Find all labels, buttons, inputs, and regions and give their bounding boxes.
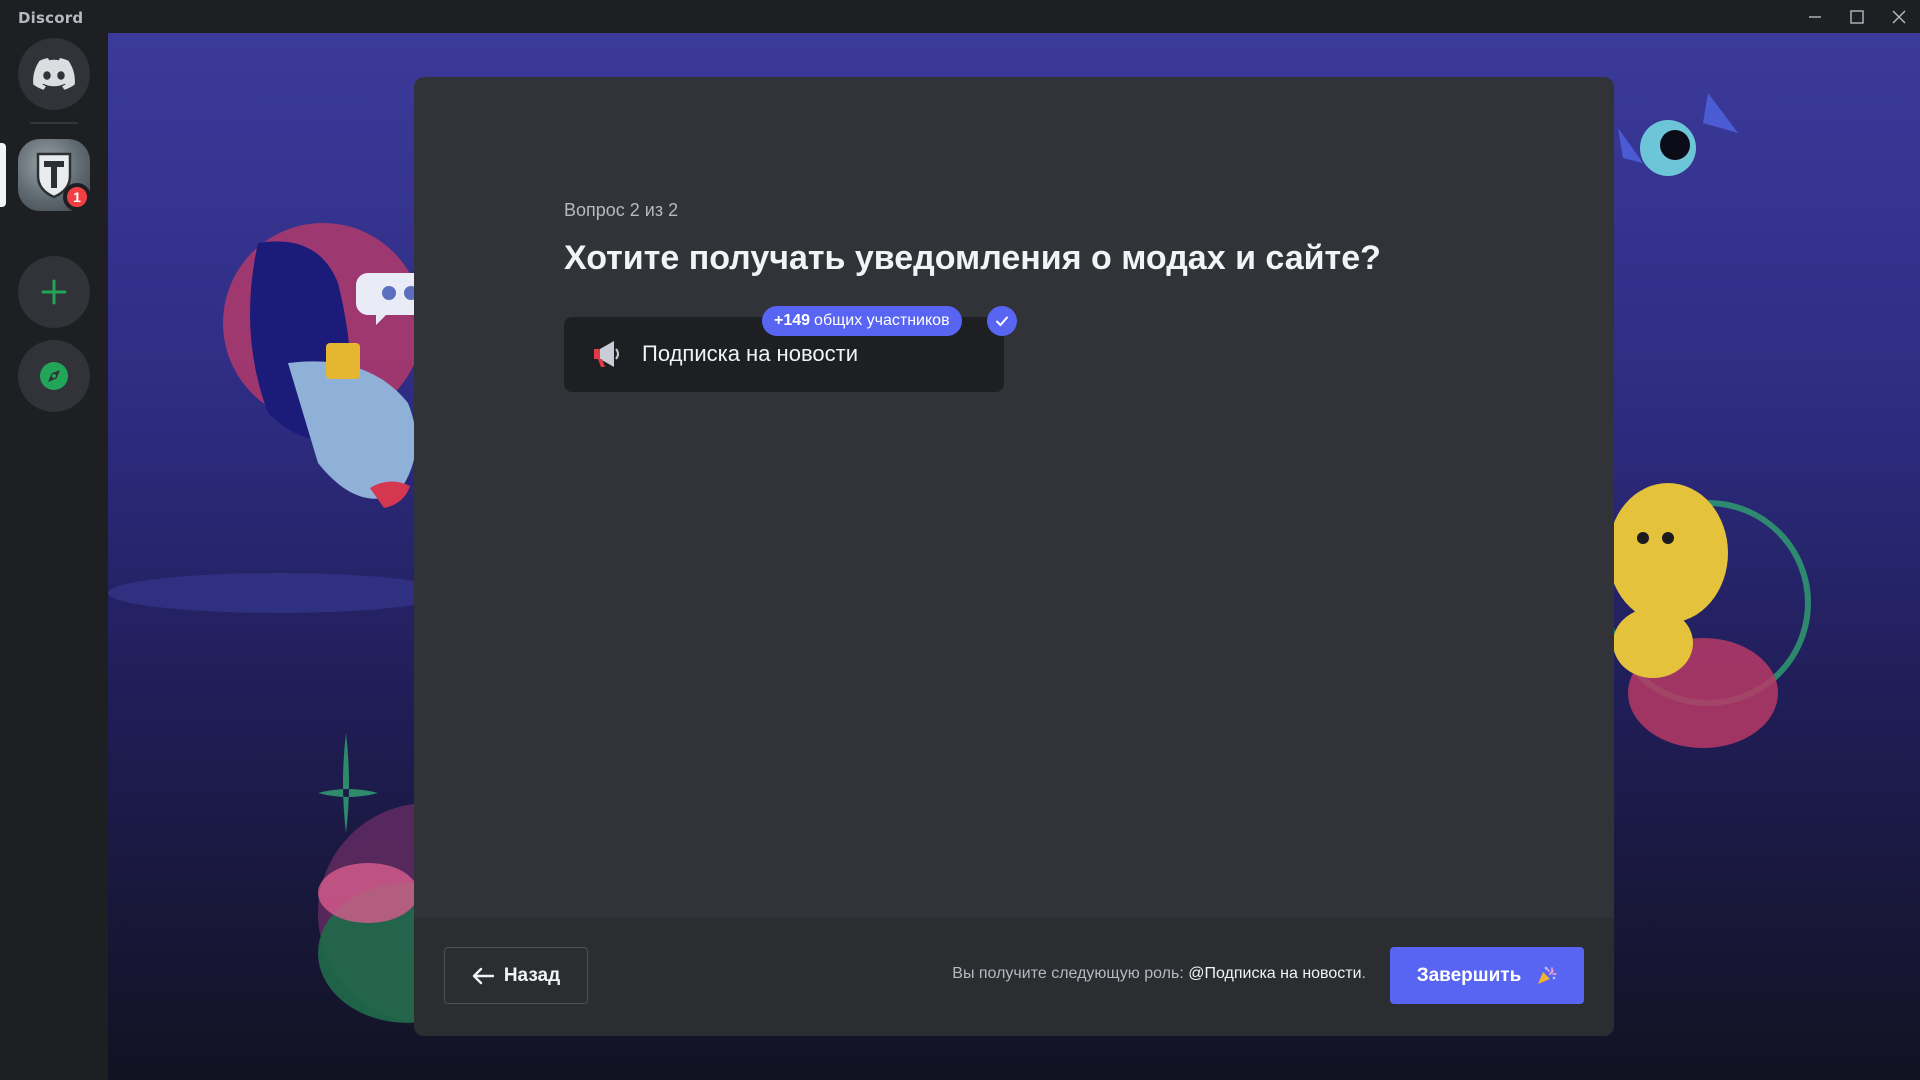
home-button[interactable] [18,38,90,110]
members-count: +149 [774,312,811,329]
megaphone-icon [590,339,624,374]
modal-footer: Назад Вы получите следующую роль: @Подпи… [414,918,1614,1036]
role-name: @Подписка на новости [1188,965,1362,982]
selected-server-indicator [0,143,6,207]
app-title: Discord [18,9,84,27]
role-note-suffix: . [1361,965,1366,982]
rail-separator [30,122,78,124]
members-text: общих участников [814,312,950,329]
role-note: Вы получите следующую роль: @Подписка на… [952,965,1366,983]
minimize-icon [1809,15,1821,18]
window-controls [1794,0,1920,33]
maximize-button[interactable] [1836,0,1878,33]
server-rail: 1 [0,33,108,1080]
checkmark-icon [996,316,1008,326]
question-title: Хотите получать уведомления о модах и са… [564,239,1381,277]
title-bar: Discord [0,0,1920,33]
option-label: Подписка на новости [642,341,858,366]
arrow-left-icon [472,967,494,984]
minimize-button[interactable] [1794,0,1836,33]
back-button-label: Назад [503,964,561,986]
compass-icon [40,362,68,390]
maximize-icon [1850,9,1864,24]
finish-button[interactable]: Завершить [1390,947,1584,1004]
party-popper-icon [1538,966,1558,984]
close-icon [1892,10,1906,23]
add-server-button[interactable] [18,256,90,328]
close-window-button[interactable] [1878,0,1920,33]
unread-badge: 1 [63,183,91,211]
onboarding-modal: Вопрос 2 из 2 Хотите получать уведомлени… [414,77,1614,1036]
discord-logo-icon [33,58,75,90]
plus-icon [41,279,67,305]
selected-check [987,306,1017,336]
role-note-prefix: Вы получите следующую роль: [952,965,1184,982]
step-indicator: Вопрос 2 из 2 [564,200,679,220]
members-count-pill: +149 общих участников [762,306,962,336]
finish-button-label: Завершить [1416,964,1522,986]
back-button[interactable]: Назад [444,947,588,1004]
discover-button[interactable] [18,340,90,412]
